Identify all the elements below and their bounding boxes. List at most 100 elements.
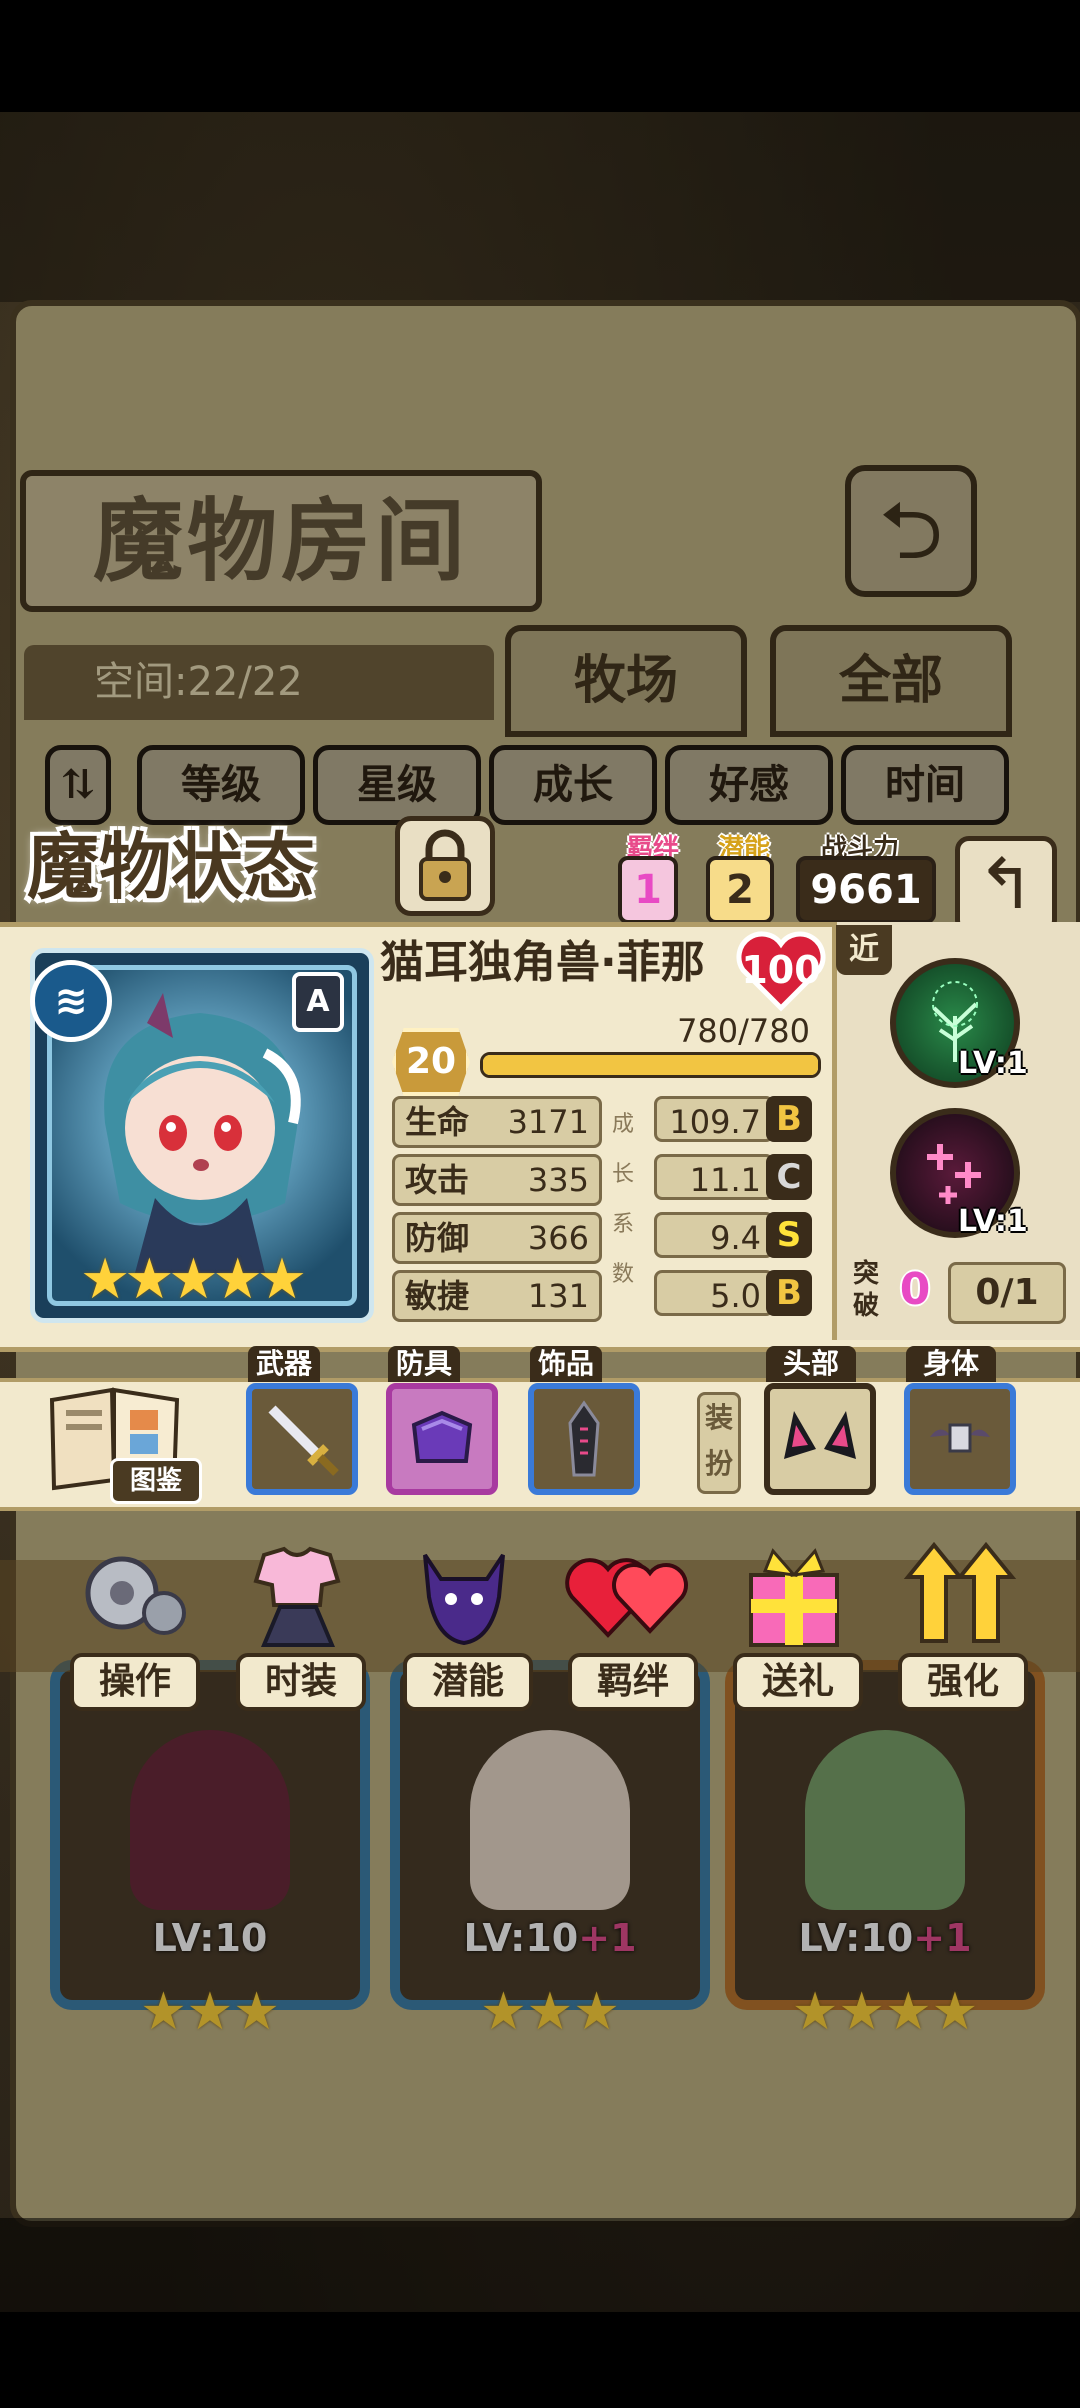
weapon-slot[interactable] (246, 1383, 358, 1495)
grade-badge: S (766, 1212, 812, 1258)
operate-label: 操作 (70, 1653, 200, 1711)
stat-row-attack: 攻击 335 11.1 C (392, 1154, 822, 1206)
outfit-label: 时装 (236, 1653, 366, 1711)
tab-ranch[interactable]: 牧场 (505, 625, 747, 737)
stat-name-box: 生命 3171 (392, 1096, 602, 1148)
hearts-icon (565, 1558, 688, 1638)
potential-action-label: 潜能 (403, 1653, 533, 1711)
exp-text: 780/780 (677, 1012, 810, 1050)
outfit-button[interactable]: 时装 (228, 1535, 366, 1711)
sort-affection-button[interactable]: 好感 (665, 745, 833, 825)
armor-slot-label: 防具 (388, 1346, 460, 1382)
room-title: 魔物房间 (20, 470, 542, 612)
bond-button[interactable]: 羁绊 (560, 1535, 698, 1711)
armor-icon (411, 1410, 473, 1463)
card-stars: ★★★ (140, 1982, 280, 2042)
return-button[interactable]: ⮌ (845, 465, 977, 597)
sort-time-button[interactable]: 时间 (841, 745, 1009, 825)
exp-fill (483, 1055, 818, 1075)
monster-figure (470, 1730, 630, 1910)
status-title: 魔物状态 (27, 824, 316, 909)
stat-growth: 11.1 (654, 1154, 774, 1200)
stat-value: 366 (527, 1219, 589, 1257)
potential-button[interactable]: 潜能 (395, 1535, 533, 1711)
bottom-shade (0, 2218, 1080, 2408)
space-counter: 空间:22/22 (24, 645, 494, 720)
card-stars: ★★★ (480, 1982, 620, 2042)
weapon-slot-label: 武器 (248, 1346, 320, 1382)
codex-label: 图鉴 (110, 1458, 202, 1504)
cat-ears-icon (784, 1411, 856, 1459)
enhance-label: 强化 (898, 1653, 1028, 1711)
card-level: LV:10+1 (798, 1916, 972, 1960)
close-status-button[interactable]: ↰ (955, 836, 1057, 934)
bond-value[interactable]: 1 (618, 856, 678, 924)
dress-up-label: 装扮 (697, 1392, 741, 1494)
growth-char: 系 (612, 1212, 635, 1237)
stat-label: 敏捷 (405, 1277, 470, 1315)
lock-icon (419, 829, 471, 901)
stat-label: 防御 (405, 1219, 470, 1257)
head-slot-label: 头部 (766, 1346, 856, 1382)
stat-value: 131 (527, 1277, 589, 1315)
stat-value: 3171 (507, 1103, 589, 1141)
body-slot-label: 身体 (906, 1346, 996, 1382)
sword-icon (268, 1405, 339, 1476)
monster-card[interactable]: LV:10+1 ★★★★ (725, 1660, 1045, 2042)
monster-figure (130, 1730, 290, 1910)
growth-coefficient-label: 成 长 系 数 (612, 1100, 635, 1300)
accessory-slot-label: 饰品 (530, 1346, 602, 1382)
portrait-stars: ★★★★★ (80, 1247, 307, 1312)
monster-figure (805, 1730, 965, 1910)
rank-badge: A (292, 972, 344, 1032)
breakthrough-row: 突破 0 0/1 (842, 1258, 1070, 1324)
grade-badge: B (766, 1270, 812, 1316)
card-level: LV:10+1 (463, 1916, 637, 1960)
gift-icon (749, 1548, 839, 1647)
range-tag: 近 (836, 925, 892, 975)
stat-growth: 5.0 (654, 1270, 774, 1316)
operate-button[interactable]: 操作 (62, 1535, 200, 1711)
armor-slot[interactable] (386, 1383, 498, 1495)
gear-icon (85, 1556, 186, 1635)
demon-icon (423, 1553, 505, 1646)
enhance-button[interactable]: 强化 (890, 1535, 1028, 1711)
stat-name-box: 攻击 335 (392, 1154, 602, 1206)
body-slot[interactable] (904, 1383, 1016, 1495)
head-slot[interactable] (764, 1383, 876, 1495)
stat-value: 335 (527, 1161, 589, 1199)
stat-name-box: 敏捷 131 (392, 1270, 602, 1322)
exp-bar (480, 1052, 821, 1078)
growth-char: 数 (612, 1262, 635, 1287)
water-element-icon: ≋ (30, 960, 112, 1042)
stat-label: 攻击 (405, 1161, 470, 1199)
level-badge: 20 (392, 1028, 470, 1096)
skill-2-level: LV:1 (958, 1204, 1028, 1239)
breakthrough-label: 突破 (852, 1259, 879, 1321)
breakthrough-count[interactable]: 0/1 (948, 1262, 1066, 1324)
card-stars: ★★★★ (791, 1982, 979, 2042)
stat-row-defense: 防御 366 9.4 S (392, 1212, 822, 1264)
crystal-icon (568, 1400, 600, 1477)
potential-value[interactable]: 2 (706, 856, 774, 924)
card-level: LV:10 (152, 1916, 268, 1960)
top-shade (0, 112, 1080, 302)
outfit-icon (253, 1546, 341, 1647)
stat-growth: 9.4 (654, 1212, 774, 1258)
power-value: 9661 (796, 856, 936, 924)
wing-badge-icon (930, 1423, 990, 1453)
gift-button[interactable]: 送礼 (725, 1535, 863, 1711)
stat-row-agility: 敏捷 131 5.0 B (392, 1270, 822, 1322)
grade-badge: B (766, 1096, 812, 1142)
lock-button[interactable] (395, 816, 495, 916)
stat-label: 生命 (405, 1103, 470, 1141)
monster-card[interactable]: LV:10+1 ★★★ (390, 1660, 710, 2042)
tab-all[interactable]: 全部 (770, 625, 1012, 737)
breakthrough-value: 0 (899, 1264, 931, 1315)
monster-card[interactable]: LV:10 ★★★ (50, 1660, 370, 2042)
skill-1-level: LV:1 (958, 1046, 1028, 1081)
sort-growth-button[interactable]: 成长 (489, 745, 657, 825)
growth-char: 成 (612, 1112, 635, 1137)
affection-heart[interactable]: 100 (735, 930, 827, 1012)
accessory-slot[interactable] (528, 1383, 640, 1495)
